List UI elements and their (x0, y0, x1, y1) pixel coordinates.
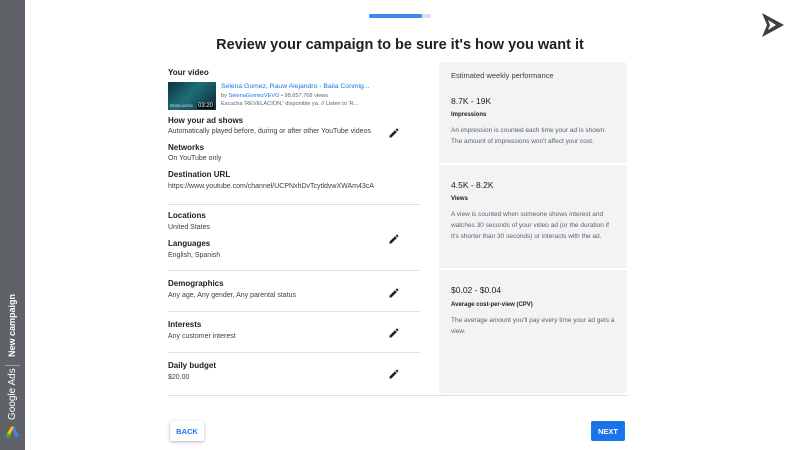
step-progress-fill (369, 14, 422, 18)
video-duration: 03:20 (196, 103, 214, 109)
campaign-review-page: New campaign Google Ads Review your camp… (0, 0, 800, 450)
languages-value: English, Spanish (168, 252, 221, 259)
video-description: Escucha 'REVELACIÓN,' disponible ya. // … (221, 101, 359, 107)
languages-label: Languages (168, 239, 211, 248)
edit-ad-shows-pencil-icon[interactable] (388, 127, 400, 139)
views-label: Views (451, 196, 468, 202)
left-rail: New campaign Google Ads (0, 0, 25, 450)
networks-label: Networks (168, 143, 205, 152)
next-button[interactable]: NEXT (591, 421, 625, 441)
cpv-description: The average amount you'll pay every time… (451, 317, 615, 335)
video-title-link[interactable]: Selena Gomez, Rauw Alejandro - Baila Con… (221, 83, 391, 90)
edit-budget-pencil-icon[interactable] (388, 368, 400, 380)
video-channel-line: by SelenaGomezVEVO • 98,657,768 views (221, 93, 391, 99)
daily-budget-label: Daily budget (168, 361, 217, 370)
demographics-label: Demographics (168, 279, 224, 288)
impressions-description: An impression is counted each time your … (451, 127, 606, 145)
edit-locations-pencil-icon[interactable] (388, 233, 400, 245)
interests-value: Any customer interest (168, 333, 236, 340)
daily-budget-value: $20.00 (168, 374, 190, 381)
estimated-performance-panel: Estimated weekly performance 8.7K - 19K … (439, 62, 627, 393)
views-description: A view is counted when someone shows int… (451, 211, 609, 240)
section-divider (168, 204, 420, 205)
step-progress-bar (369, 14, 431, 18)
rail-divider (5, 365, 20, 366)
networks-value: On YouTube only (168, 155, 222, 162)
video-views: • 98,657,768 views (279, 93, 329, 99)
page-title: Review your campaign to be sure it's how… (216, 37, 584, 53)
impressions-label: Impressions (451, 112, 487, 118)
section-divider (168, 311, 420, 312)
panel-divider (439, 268, 627, 270)
views-range: 4.5K - 8.2K (451, 180, 494, 190)
performance-heading: Estimated weekly performance (451, 71, 554, 80)
rail-context-label: New campaign (7, 293, 17, 357)
play-triangle-logo-icon (762, 13, 784, 37)
cpv-label: Average cost-per-view (CPV) (451, 302, 533, 308)
video-thumbnail: REVELACIÓN 03:20 (168, 82, 216, 110)
demographics-value: Any age, Any gender, Any parental status (168, 292, 297, 299)
section-divider (168, 270, 420, 271)
locations-value: United States (168, 224, 211, 231)
edit-demographics-pencil-icon[interactable] (388, 287, 400, 299)
your-video-label: Your video (168, 68, 209, 77)
cpv-range: $0.02 - $0.04 (451, 285, 502, 295)
google-ads-logo-icon (6, 426, 19, 438)
back-button[interactable]: BACK (170, 421, 204, 441)
interests-label: Interests (168, 320, 202, 329)
ad-shows-label: How your ad shows (168, 116, 244, 125)
footer-divider (168, 395, 628, 396)
video-card[interactable]: REVELACIÓN 03:20 Selena Gomez, Rauw Alej… (168, 82, 398, 110)
locations-label: Locations (168, 211, 206, 220)
section-divider (168, 352, 420, 353)
rail-product-label: Google Ads (7, 368, 18, 420)
impressions-range: 8.7K - 19K (451, 96, 492, 106)
panel-divider (439, 163, 627, 165)
ad-shows-value: Automatically played before, during or a… (168, 128, 371, 135)
thumbnail-brand-text: REVELACIÓN (170, 104, 193, 108)
edit-interests-pencil-icon[interactable] (388, 327, 400, 339)
destination-url-label: Destination URL (168, 170, 231, 179)
video-channel-link[interactable]: SelenaGomezVEVO (228, 93, 279, 99)
destination-url-value: https://www.youtube.com/channel/UCPNxhDv… (168, 183, 374, 190)
